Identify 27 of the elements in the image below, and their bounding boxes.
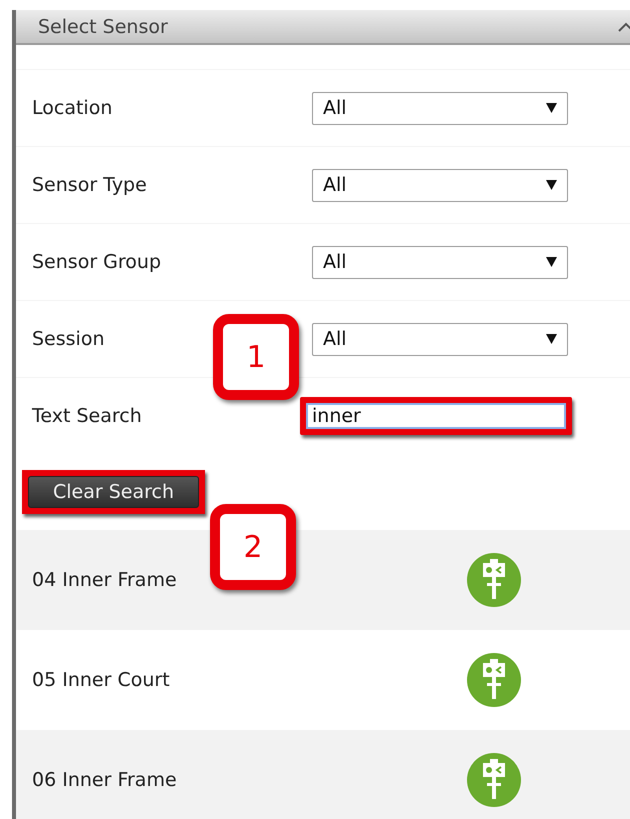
chevron-icon[interactable] (618, 22, 630, 32)
field-label: Sensor Group (31, 251, 162, 273)
field-label: Session (31, 328, 106, 350)
sensor-name: 05 Inner Court (31, 669, 171, 691)
panel-header[interactable]: Select Sensor (16, 10, 630, 45)
sensor-row[interactable]: 06 Inner Frame (16, 730, 630, 819)
dropdown-arrow-icon (546, 103, 557, 113)
sensor-name: 04 Inner Frame (31, 569, 178, 591)
field-label: Sensor Type (31, 174, 148, 196)
dropdown-arrow-icon (546, 180, 557, 190)
clear-search-button[interactable]: Clear Search (28, 476, 200, 508)
sensor-icon (467, 553, 521, 607)
callout-label: 1 (213, 314, 299, 400)
sensor-name: 06 Inner Frame (31, 769, 178, 791)
sensor-icon (467, 753, 521, 807)
dropdown[interactable]: All (312, 246, 568, 278)
dropdown[interactable]: All (312, 168, 568, 202)
dropdown[interactable]: All (312, 92, 568, 124)
callout-label: 2 (210, 504, 296, 590)
dropdown[interactable]: All (312, 322, 568, 356)
field-label: Location (31, 97, 114, 119)
sensor-icon (467, 653, 521, 707)
field-label: Text Search (31, 405, 143, 427)
search-field[interactable]: inner (306, 403, 566, 429)
panel-title: Select Sensor (38, 16, 168, 38)
dropdown-arrow-icon (546, 257, 557, 267)
dropdown-arrow-icon (546, 334, 557, 344)
